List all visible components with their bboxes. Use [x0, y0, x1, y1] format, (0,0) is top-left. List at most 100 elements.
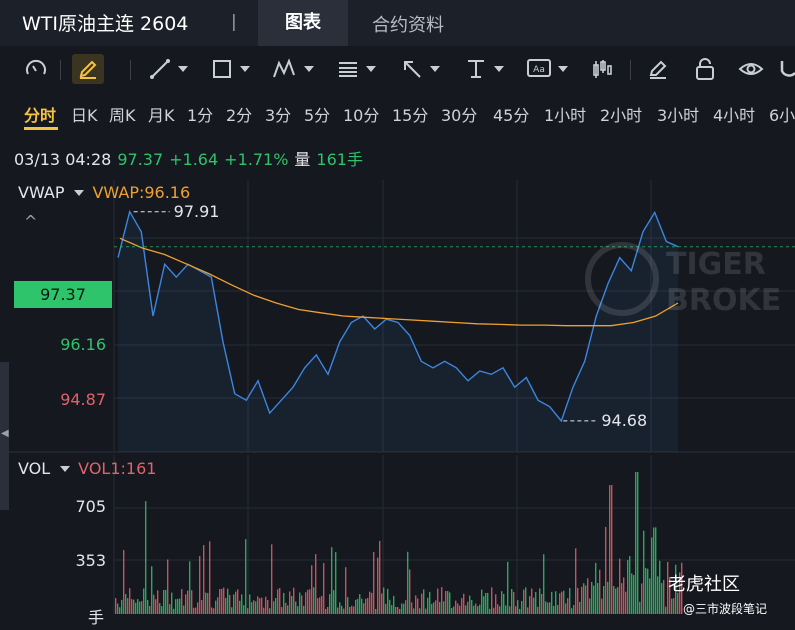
period-1[interactable]: 分时: [24, 102, 56, 126]
tab-chart-label: 图表: [285, 12, 321, 33]
volume-bar: [421, 593, 423, 614]
rectangle-tool[interactable]: [210, 48, 250, 90]
volume-bar: [343, 608, 345, 614]
community-watermark: 老虎社区: [668, 574, 740, 595]
volume-bar: [379, 540, 381, 614]
volume-bar: [405, 600, 407, 614]
volume-bar: [607, 581, 609, 614]
volume-bar: [477, 606, 479, 614]
volume-bar: [199, 556, 201, 614]
period-8[interactable]: 5分: [304, 102, 330, 126]
period-14[interactable]: 2小时: [600, 102, 642, 126]
volume-bar: [543, 554, 545, 614]
period-15[interactable]: 3小时: [657, 102, 699, 126]
volume-bar: [331, 547, 333, 614]
visibility-tool[interactable]: [738, 48, 764, 90]
period-3[interactable]: 周K: [109, 102, 136, 126]
arrow-tool[interactable]: [400, 48, 440, 90]
volume-bar: [485, 592, 487, 614]
fibonacci-tool[interactable]: [336, 48, 376, 90]
volume-bar: [569, 588, 571, 614]
period-11[interactable]: 30分: [441, 102, 477, 126]
tab-contract-info[interactable]: 合约资料: [372, 11, 444, 37]
volume-bar: [163, 589, 165, 614]
volume-bar: [397, 606, 399, 614]
volume-bar: [395, 606, 397, 614]
volume-bar: [557, 604, 559, 614]
wave-pattern-icon: [273, 58, 295, 78]
volume-bar: [123, 550, 125, 614]
eraser-tool[interactable]: [646, 48, 670, 90]
volume-bar: [435, 600, 437, 614]
volume-bar: [561, 591, 563, 614]
text-tool[interactable]: [464, 48, 504, 90]
volume-bar: [459, 605, 461, 614]
chevron-down-icon[interactable]: [60, 465, 71, 472]
period-7[interactable]: 3分: [265, 102, 291, 126]
volume-bar: [161, 606, 163, 614]
tab-chart[interactable]: 图表: [258, 0, 348, 46]
volume-bar: [193, 607, 195, 614]
volume-bar: [183, 605, 185, 614]
volume-indicator-row[interactable]: VOL VOL1:161: [18, 459, 156, 478]
volume-bar: [279, 588, 281, 614]
pattern-tool[interactable]: [272, 48, 314, 90]
volume-bar: [225, 597, 227, 614]
volume-chart[interactable]: [0, 455, 795, 630]
period-12[interactable]: 45分: [493, 102, 529, 126]
volume-bar: [589, 598, 591, 614]
volume-bar: [151, 566, 153, 614]
lock-tool[interactable]: [694, 48, 716, 90]
volume-bar: [147, 600, 149, 614]
volume-bar: [627, 560, 629, 614]
volume-bar: [441, 587, 443, 614]
period-10[interactable]: 15分: [392, 102, 428, 126]
volume-bar: [621, 583, 623, 614]
volume-indicator-value: VOL1:161: [78, 459, 157, 478]
period-2[interactable]: 日K: [71, 102, 98, 126]
label-tool[interactable]: Aa: [526, 48, 568, 90]
volume-bar: [593, 585, 595, 614]
svg-text:Aa: Aa: [533, 65, 545, 75]
volume-bar: [235, 591, 237, 614]
period-13[interactable]: 1小时: [544, 102, 586, 126]
volume-bar: [319, 597, 321, 614]
magnet-tool[interactable]: [780, 48, 795, 90]
draw-tool-button[interactable]: [76, 48, 100, 90]
volume-bar: [625, 591, 627, 614]
period-9[interactable]: 10分: [343, 102, 379, 126]
volume-bar: [277, 589, 279, 614]
watermark-brand-bottom: BROKERS: [666, 283, 782, 318]
volume-bar: [411, 602, 413, 614]
volume-bar: [501, 591, 503, 614]
text-box-icon: Aa: [527, 59, 551, 77]
volume-bar: [505, 605, 507, 614]
volume-axis-label-max: 705: [75, 497, 106, 516]
volume-bar: [519, 608, 521, 614]
period-5[interactable]: 1分: [187, 102, 213, 126]
indicator-tool-button[interactable]: [24, 48, 48, 90]
chevron-down-icon: [178, 66, 188, 72]
collapse-caret-icon[interactable]: ^: [24, 212, 37, 231]
volume-bar: [633, 574, 635, 614]
vwap-indicator-row[interactable]: VWAP VWAP:96.16: [18, 183, 190, 202]
rectangle-icon: [213, 60, 231, 78]
volume-bar: [573, 605, 575, 614]
volume-bar: [173, 608, 175, 614]
period-16[interactable]: 4小时: [713, 102, 755, 126]
volume-bar: [133, 599, 135, 614]
volume-bar: [565, 603, 567, 614]
chevron-down-icon[interactable]: [74, 189, 85, 196]
trend-line-tool[interactable]: [148, 48, 188, 90]
volume-bar: [121, 599, 123, 614]
period-6[interactable]: 2分: [226, 102, 252, 126]
volume-bar: [629, 556, 631, 614]
volume-bar: [231, 607, 233, 614]
period-bar: 分时 日K 周K 月K 1分 2分 3分 5分 10分 15分 30分 45分 1小时 2小时 3小时 4小时…: [0, 96, 795, 132]
period-4[interactable]: 月K: [148, 102, 175, 126]
period-17[interactable]: 6小: [769, 102, 795, 126]
volume-bar: [587, 578, 589, 614]
candlestick-tool[interactable]: [590, 48, 614, 90]
volume-bar: [165, 589, 167, 614]
volume-bar: [211, 607, 213, 614]
